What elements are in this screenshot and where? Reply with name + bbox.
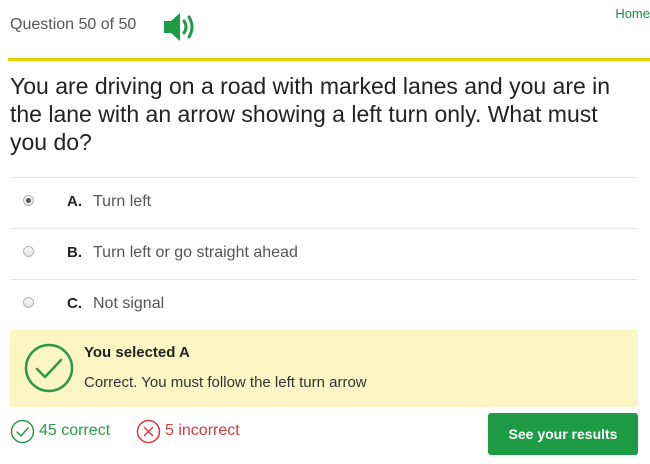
- cross-icon: [136, 419, 161, 443]
- answer-feedback: You selected A Correct. You must follow …: [10, 330, 638, 407]
- quiz-page: Question 50 of 50 Home You are driving o…: [0, 0, 650, 464]
- option-b[interactable]: B. Turn left or go straight ahead: [10, 228, 638, 279]
- option-c[interactable]: C. Not signal: [10, 279, 638, 330]
- speaker-icon[interactable]: [162, 9, 200, 45]
- option-b-radio[interactable]: [23, 246, 34, 257]
- incorrect-count: 5 incorrect: [136, 418, 240, 444]
- check-icon: [10, 419, 35, 443]
- feedback-title: You selected A: [84, 344, 190, 361]
- option-text: Turn left: [93, 193, 152, 210]
- question-progress: Question 50 of 50: [10, 16, 137, 33]
- check-circle-icon: [24, 343, 74, 393]
- feedback-text: Correct. You must follow the left turn a…: [84, 374, 367, 391]
- option-letter: A.: [67, 193, 82, 210]
- correct-count: 45 correct: [10, 418, 110, 444]
- incorrect-count-label: 5 incorrect: [165, 422, 240, 439]
- score-stats: 45 correct 5 incorrect: [10, 418, 310, 444]
- correct-count-label: 45 correct: [39, 422, 111, 439]
- option-a-radio[interactable]: [23, 195, 34, 206]
- see-results-button[interactable]: See your results: [488, 413, 638, 455]
- option-text: Turn left or go straight ahead: [93, 244, 298, 261]
- home-link[interactable]: Home: [615, 6, 650, 21]
- option-text: Not signal: [93, 295, 165, 312]
- header: Question 50 of 50 Home: [0, 0, 650, 58]
- option-letter: C.: [67, 295, 82, 312]
- header-divider: [8, 58, 650, 61]
- option-letter: B.: [67, 244, 82, 261]
- question-text: You are driving on a road with marked la…: [10, 73, 611, 155]
- option-a[interactable]: A. Turn left: [10, 177, 638, 228]
- option-c-radio[interactable]: [23, 297, 34, 308]
- answer-options: A. Turn left B. Turn left or go straight…: [10, 177, 638, 330]
